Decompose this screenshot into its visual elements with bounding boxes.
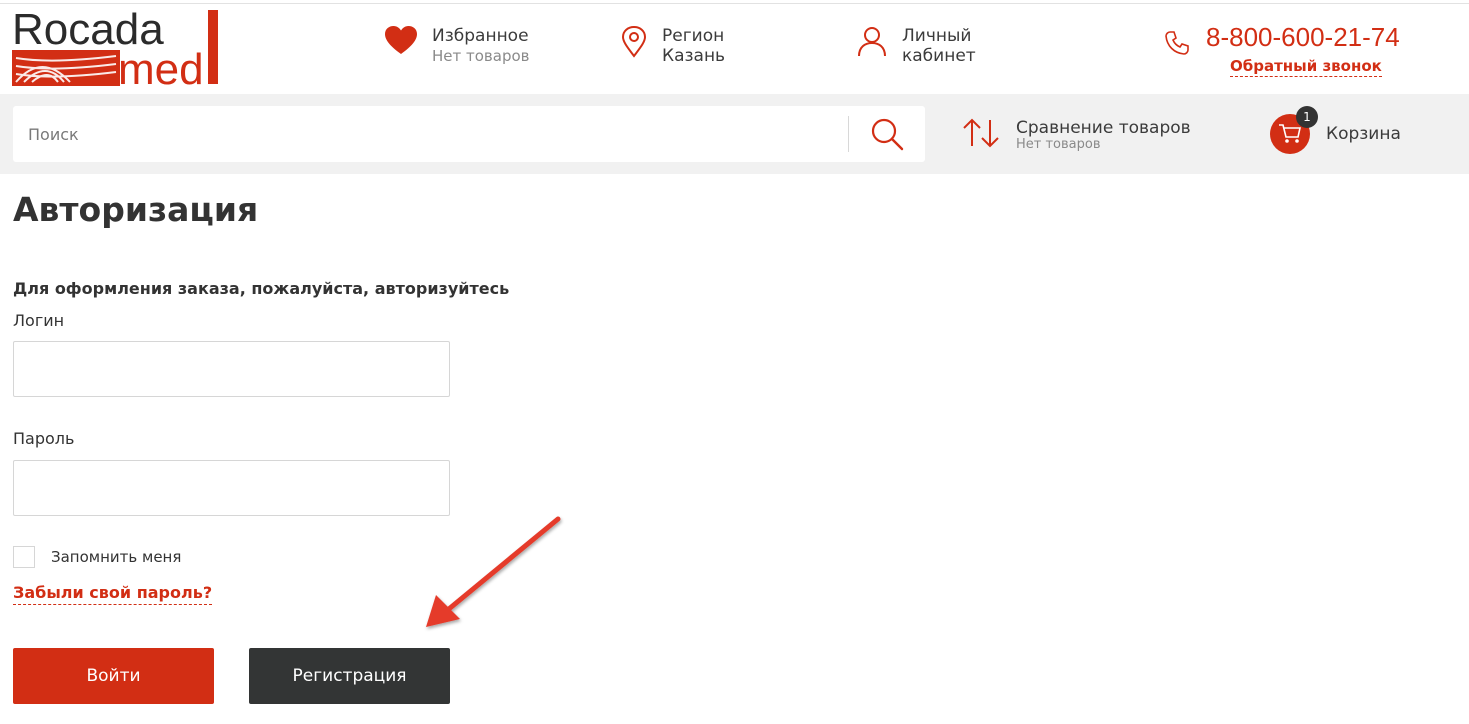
compare-products[interactable]: Сравнение товаров Нет товаров [962, 118, 1191, 152]
compare-subtitle: Нет товаров [1016, 137, 1101, 152]
remember-me[interactable]: Запомнить меня [13, 546, 181, 568]
cart-icon [1279, 124, 1301, 143]
region-title: Регион [662, 26, 725, 46]
header-favorites[interactable]: Избранное Нет товаров [384, 26, 530, 66]
search-bar-row: Сравнение товаров Нет товаров 1 Корзина [0, 94, 1469, 174]
phone-number[interactable]: 8-800-600-21-74 [1206, 22, 1400, 53]
callback-link[interactable]: Обратный звонок [1230, 57, 1382, 77]
register-button[interactable]: Регистрация [249, 648, 450, 704]
region-city: Казань [662, 46, 726, 66]
compare-title: Сравнение товаров [1016, 118, 1191, 138]
header-region[interactable]: Регион Казань [620, 25, 726, 66]
heart-icon [384, 26, 420, 62]
favorites-title: Избранное [432, 26, 529, 46]
cart-label: Корзина [1326, 124, 1401, 144]
logo-text-bottom: med [118, 45, 204, 88]
password-label: Пароль [13, 429, 75, 448]
cabinet-subtitle: кабинет [902, 46, 976, 66]
login-field-wrap [13, 341, 450, 397]
page-title: Авторизация [13, 190, 259, 229]
login-button[interactable]: Войти [13, 648, 214, 704]
password-input[interactable] [14, 461, 449, 515]
search-divider [848, 116, 849, 152]
auth-notice: Для оформления заказа, пожалуйста, автор… [13, 279, 510, 298]
favorites-subtitle: Нет товаров [432, 47, 530, 65]
cart[interactable]: 1 Корзина [1270, 106, 1401, 154]
forgot-password-link[interactable]: Забыли свой пароль? [13, 583, 213, 605]
login-label: Логин [13, 311, 65, 330]
cart-icon-circle: 1 [1270, 106, 1318, 154]
search-button[interactable] [859, 114, 915, 154]
cart-count-badge: 1 [1296, 106, 1318, 128]
remember-label: Запомнить меня [51, 548, 182, 566]
user-icon [856, 26, 890, 62]
logo[interactable]: Rocada med [12, 8, 222, 88]
phone-icon [1164, 30, 1190, 56]
top-border [0, 0, 1469, 4]
search-icon [871, 118, 904, 151]
cabinet-title: Личный [902, 26, 972, 46]
login-input[interactable] [14, 342, 449, 396]
header-cabinet[interactable]: Личный кабинет [856, 26, 976, 66]
annotation-arrow-icon [426, 516, 561, 627]
compare-arrows-icon [962, 118, 1002, 148]
password-field-wrap [13, 460, 450, 516]
location-pin-icon [620, 25, 650, 62]
search-box [13, 106, 925, 162]
search-input[interactable] [13, 106, 847, 162]
remember-checkbox[interactable] [13, 546, 35, 568]
